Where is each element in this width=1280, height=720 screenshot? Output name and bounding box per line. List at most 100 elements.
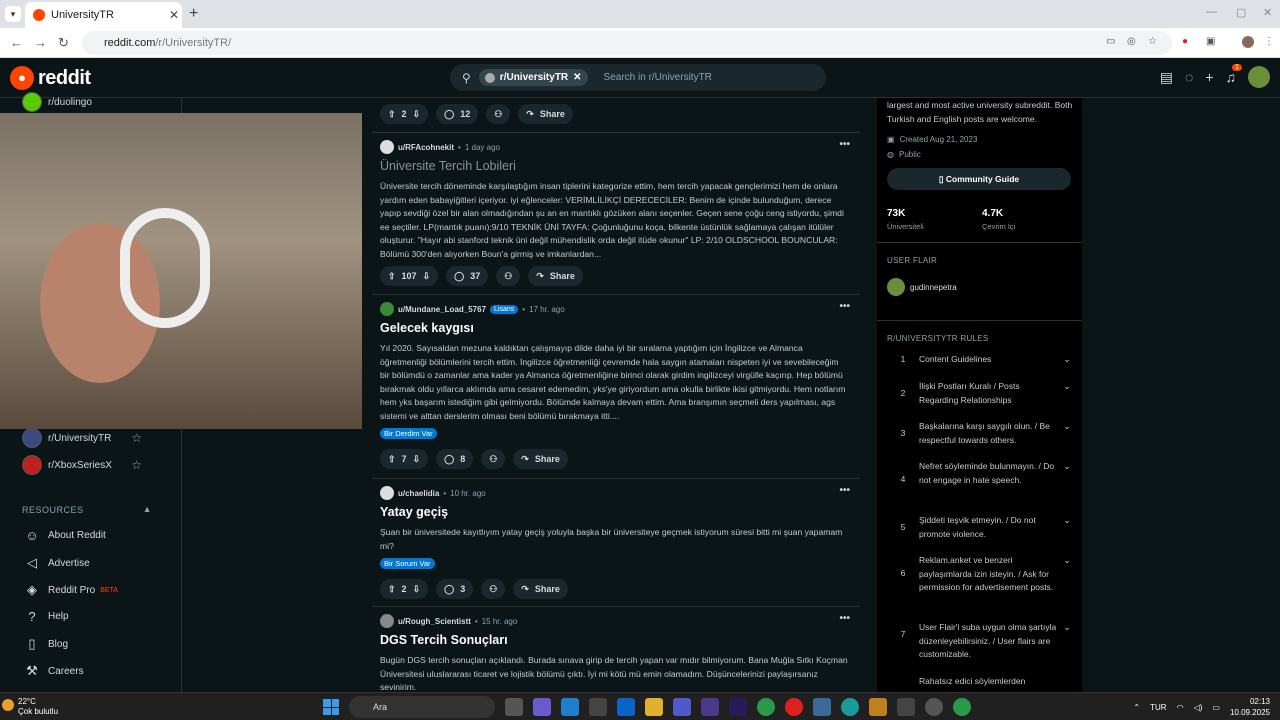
award-button[interactable]: ⚇ [486,104,511,124]
notifications-icon[interactable]: ♫ 1 [1226,64,1242,85]
wifi-icon[interactable]: ◠ [1177,703,1184,712]
search-bar[interactable]: ⚲ r/UniversityTR ✕ Search in r/University… [450,64,826,91]
store-icon[interactable] [589,698,607,716]
downvote-icon[interactable]: ⇩ [413,109,421,120]
more-options-icon[interactable]: ••• [839,301,850,312]
close-window-icon[interactable]: ✕ [1263,6,1272,19]
post-body[interactable]: Yıl 2020. Sayısaldan mezuna kaldıktan ça… [380,342,850,423]
chrome-icon[interactable] [757,698,775,716]
user-flair-row[interactable]: gudinnepetra [887,278,957,296]
rule-item[interactable]: 2 İlişki Postları Kuralı / Posts Regardin… [887,380,1077,407]
award-button[interactable]: ⚇ [481,579,506,599]
settings-icon[interactable] [925,698,943,716]
clock[interactable]: 02:13 10.09.2025 [1230,696,1270,718]
volume-icon[interactable]: ◁) [1194,703,1203,712]
tab-universitytr[interactable]: UniversityTR ✕ [25,2,182,28]
post-body[interactable]: Üniversite tercih döneminde karşılaştığı… [380,180,850,261]
create-post-icon[interactable]: + [1205,69,1213,85]
more-options-icon[interactable]: ••• [839,613,850,624]
community-guide-button[interactable]: ▯ Community Guide [887,168,1071,190]
yandex-icon[interactable] [785,698,803,716]
user-avatar[interactable] [380,302,394,316]
vote-control[interactable]: ⇧ 2 ⇩ [380,104,429,124]
comments-button[interactable]: ◯ 3 [436,579,474,599]
user-avatar[interactable] [380,614,394,628]
outlook-icon[interactable] [617,698,635,716]
forward-icon[interactable]: → [34,35,47,50]
language-indicator[interactable]: TUR [1150,703,1166,712]
resources-heading[interactable]: RESOURCES ▲ [22,504,152,515]
downvote-icon[interactable]: ⇩ [413,454,421,465]
upvote-icon[interactable]: ⇧ [388,109,396,120]
game-icon[interactable] [869,698,887,716]
rule-item[interactable]: 3 Başkalarına karşı saygılı olun. / Be re… [887,420,1077,447]
award-button[interactable]: ⚇ [481,449,506,469]
comments-button[interactable]: ◯ 12 [436,104,479,124]
reddit-logo[interactable]: ● reddit [10,66,91,90]
post-author[interactable]: u/chaelidia [398,489,439,498]
teams-icon[interactable] [673,698,691,716]
favorite-star-icon[interactable]: ☆ [131,458,142,472]
favorite-star-icon[interactable]: ☆ [131,431,142,445]
minimize-icon[interactable]: — [1206,6,1217,18]
chip-clear-icon[interactable]: ✕ [573,72,581,83]
post-author[interactable]: u/Rough_Scientistt [398,617,471,626]
menu-dots-icon[interactable]: ⋮ [1264,36,1276,48]
post-flair[interactable]: Bir Sorum Var [380,558,435,569]
url-field[interactable]: reddit.com/r/UniversityTR/ [82,31,1172,55]
battery-icon[interactable]: ▭ [1212,703,1220,712]
rule-item[interactable]: 1 Content Guidelines ⌄ [887,353,1077,367]
upvote-icon[interactable]: ⇧ [388,584,396,595]
post-card[interactable]: u/RFAcohnekit • 1 day ago ••• Üniversite T… [372,132,860,294]
extensions-icon[interactable]: ▣ [1206,36,1218,48]
edge-icon[interactable] [561,698,579,716]
downvote-icon[interactable]: ⇩ [413,584,421,595]
user-avatar[interactable] [1248,66,1270,88]
sidebar-careers[interactable]: ⚒ Careers [24,663,83,679]
post-title[interactable]: Üniversite Tercih Lobileri [380,159,516,173]
post-card[interactable]: u/Mundane_Load_5767 Lisans • 17 hr. ago •••… [372,294,860,478]
post-author[interactable]: u/Mundane_Load_5767 [398,305,486,314]
downvote-icon[interactable]: ⇩ [423,271,431,282]
onenote-icon[interactable] [701,698,719,716]
tab-search-icon[interactable]: ▾ [5,6,21,22]
cast-icon[interactable]: ▭ [1106,36,1118,48]
sidebar-about-reddit[interactable]: ☺ About Reddit [24,528,105,543]
post-title[interactable]: Gelecek kaygısı [380,321,474,335]
chevron-up-icon[interactable]: ⌃ [1133,703,1140,712]
upvote-icon[interactable]: ⇧ [388,271,396,282]
app-icon[interactable] [813,698,831,716]
app-icon[interactable] [897,698,915,716]
user-avatar[interactable] [380,486,394,500]
profile-avatar[interactable] [1242,36,1254,48]
share-button[interactable]: ↷ Share [513,449,568,469]
bookmark-star-icon[interactable]: ☆ [1148,36,1160,48]
rule-item[interactable]: 6 Reklam,anket ve benzeri paylaşımlarda i… [887,554,1077,595]
sidebar-advertise[interactable]: ◁ Advertise [24,555,90,571]
more-options-icon[interactable]: ••• [839,139,850,150]
post-author[interactable]: u/RFAcohnekit [398,143,454,152]
share-button[interactable]: ↷ Share [513,579,568,599]
comments-button[interactable]: ◯ 37 [446,266,489,286]
sidebar-item-xboxseriesx[interactable]: r/XboxSeriesX ☆ [22,455,172,475]
post-flair[interactable]: Bir Derdim Var [380,428,437,439]
more-options-icon[interactable]: ••• [839,485,850,496]
vote-control[interactable]: ⇧ 2 ⇩ [380,579,429,599]
copilot-icon[interactable] [533,698,551,716]
rule-item[interactable]: 5 Şiddeti teşvik etmeyin. / Do not promot… [887,514,1077,541]
eye-off-icon[interactable]: ◎ [1127,36,1139,48]
sidebar-reddit-pro[interactable]: ◈ Reddit Pro BETA [24,582,118,598]
award-button[interactable]: ⚇ [496,266,521,286]
post-card[interactable]: u/chaelidia • 10 hr. ago ••• Yatay geçiş Ş… [372,478,860,606]
weather-widget[interactable]: 22°C Çok bulutlu [18,697,58,717]
search-community-chip[interactable]: r/UniversityTR ✕ [478,69,588,86]
post-title[interactable]: Yatay geçiş [380,505,448,519]
premiere-icon[interactable] [729,698,747,716]
new-tab-icon[interactable]: + [189,5,198,23]
start-button[interactable] [323,699,339,715]
upvote-icon[interactable]: ⇧ [388,454,396,465]
close-tab-icon[interactable]: ✕ [166,8,182,22]
user-avatar[interactable] [380,140,394,154]
vote-control[interactable]: ⇧ 7 ⇩ [380,449,429,469]
sidebar-item-duolingo[interactable]: r/duolingo [22,92,172,112]
